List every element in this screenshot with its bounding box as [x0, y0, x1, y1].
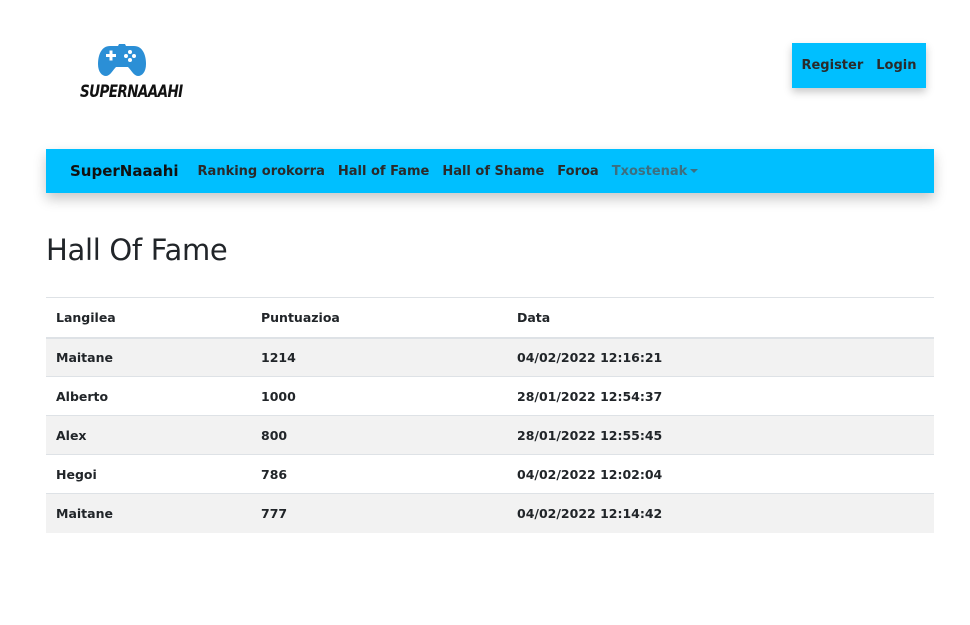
auth-box: Register Login	[792, 43, 926, 88]
cell-langilea: Maitane	[46, 337, 251, 377]
column-header-puntuazioa: Puntuazioa	[251, 297, 507, 339]
login-link[interactable]: Login	[876, 58, 916, 73]
cell-puntuazioa: 1000	[251, 376, 507, 416]
nav-item-txostenak-dropdown[interactable]: Txostenak	[612, 164, 699, 179]
cell-data: 04/02/2022 12:14:42	[507, 493, 934, 533]
cell-langilea: Alberto	[46, 376, 251, 416]
nav-item-ranking[interactable]: Ranking orokorra	[198, 164, 325, 179]
cell-langilea: Hegoi	[46, 454, 251, 494]
cell-puntuazioa: 800	[251, 415, 507, 455]
nav-item-txostenak-label: Txostenak	[611, 163, 688, 179]
register-link[interactable]: Register	[801, 58, 863, 73]
cell-data: 28/01/2022 12:54:37	[507, 376, 934, 416]
page: SUPERNAAAHI Register Login SuperNaaahi R…	[0, 0, 970, 625]
navbar: SuperNaaahi Ranking orokorra Hall of Fam…	[46, 149, 934, 193]
cell-langilea: Maitane	[46, 493, 251, 533]
cell-puntuazioa: 786	[251, 454, 507, 494]
cell-puntuazioa: 777	[251, 493, 507, 533]
caret-down-icon	[690, 169, 699, 173]
navbar-brand[interactable]: SuperNaaahi	[70, 162, 179, 180]
column-header-langilea: Langilea	[46, 297, 251, 339]
nav-item-hall-of-shame[interactable]: Hall of Shame	[442, 164, 544, 179]
table-row: Maitane 777 04/02/2022 12:14:42	[46, 493, 934, 533]
nav-item-foroa[interactable]: Foroa	[557, 164, 598, 179]
logo-text: SUPERNAAAHI	[80, 82, 183, 102]
table-row: Hegoi 786 04/02/2022 12:02:04	[46, 454, 934, 494]
table-row: Maitane 1214 04/02/2022 12:16:21	[46, 337, 934, 377]
hall-of-fame-table: Langilea Puntuazioa Data Maitane 1214 04…	[46, 297, 934, 533]
table-header-row: Langilea Puntuazioa Data	[46, 297, 934, 339]
table-row: Alberto 1000 28/01/2022 12:54:37	[46, 376, 934, 416]
nav-item-hall-of-fame[interactable]: Hall of Fame	[338, 164, 429, 179]
cell-puntuazioa: 1214	[251, 337, 507, 377]
cell-langilea: Alex	[46, 415, 251, 455]
cell-data: 04/02/2022 12:02:04	[507, 454, 934, 494]
gamepad-icon	[98, 44, 146, 76]
cell-data: 28/01/2022 12:55:45	[507, 415, 934, 455]
site-logo[interactable]: SUPERNAAAHI	[80, 38, 183, 106]
column-header-data: Data	[507, 297, 934, 339]
cell-data: 04/02/2022 12:16:21	[507, 337, 934, 377]
page-title: Hall Of Fame	[46, 233, 228, 267]
table-row: Alex 800 28/01/2022 12:55:45	[46, 415, 934, 455]
